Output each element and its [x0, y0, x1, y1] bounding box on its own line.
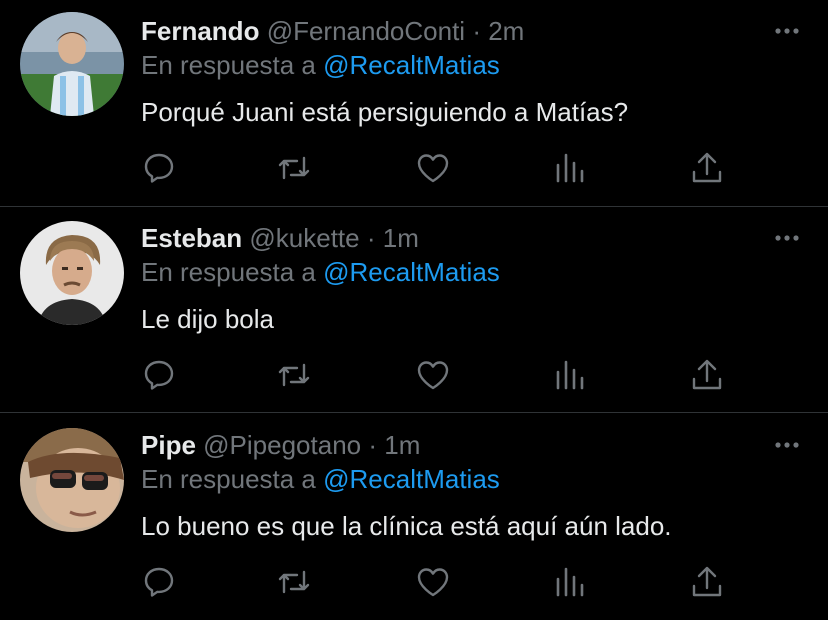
reply-mention-link[interactable]: @RecaltMatias [323, 464, 500, 494]
user-handle[interactable]: @Pipegotano [203, 430, 361, 460]
analytics-icon[interactable] [552, 357, 588, 393]
display-name[interactable]: Fernando [141, 16, 259, 46]
heart-icon[interactable] [415, 357, 451, 393]
user-handle[interactable]: @kukette [249, 223, 359, 253]
reply-prefix: En respuesta a [141, 257, 316, 287]
share-icon[interactable] [689, 564, 725, 600]
timestamp[interactable]: 2m [488, 16, 524, 46]
reply-icon[interactable] [141, 564, 177, 600]
divider [0, 412, 828, 413]
avatar[interactable] [20, 12, 124, 116]
analytics-icon[interactable] [552, 564, 588, 600]
reply-context: En respuesta a @RecaltMatias [141, 462, 500, 496]
reply-icon[interactable] [141, 150, 177, 186]
display-name[interactable]: Esteban [141, 223, 242, 253]
tweet-actions [141, 150, 741, 190]
share-icon[interactable] [689, 357, 725, 393]
user-handle[interactable]: @FernandoConti [267, 16, 465, 46]
retweet-icon[interactable] [276, 564, 312, 600]
more-icon[interactable] [770, 18, 804, 44]
more-icon[interactable] [770, 432, 804, 458]
separator: · [368, 430, 378, 460]
reply-prefix: En respuesta a [141, 464, 316, 494]
tweet-text: Lo bueno es que la clínica está aquí aún… [141, 511, 672, 541]
avatar-image [20, 428, 124, 532]
heart-icon[interactable] [415, 150, 451, 186]
reply-mention-link[interactable]: @RecaltMatias [323, 257, 500, 287]
retweet-icon[interactable] [276, 357, 312, 393]
tweet-actions [141, 357, 741, 397]
retweet-icon[interactable] [276, 150, 312, 186]
tweet-header: Fernando @FernandoConti · 2m [141, 14, 524, 48]
timestamp[interactable]: 1m [383, 223, 419, 253]
more-icon[interactable] [770, 225, 804, 251]
tweet-text: Porqué Juani está persiguiendo a Matías? [141, 97, 629, 127]
separator: · [472, 16, 481, 46]
tweet-actions [141, 564, 741, 604]
tweet-card[interactable]: Fernando @FernandoConti · 2m En respuest… [0, 0, 828, 206]
reply-context: En respuesta a @RecaltMatias [141, 255, 500, 289]
avatar[interactable] [20, 221, 124, 325]
tweet-card[interactable]: Esteban @kukette · 1m En respuesta a @Re… [0, 207, 828, 413]
tweet-card[interactable]: Pipe @Pipegotano · 1m En respuesta a @Re… [0, 414, 828, 620]
analytics-icon[interactable] [552, 150, 588, 186]
tweet-header: Pipe @Pipegotano · 1m [141, 428, 420, 462]
tweet-text: Le dijo bola [141, 304, 274, 334]
reply-prefix: En respuesta a [141, 50, 316, 80]
avatar[interactable] [20, 428, 124, 532]
reply-icon[interactable] [141, 357, 177, 393]
reply-mention-link[interactable]: @RecaltMatias [323, 50, 500, 80]
avatar-image [20, 221, 124, 325]
avatar-image [20, 12, 124, 116]
separator: · [366, 223, 376, 253]
heart-icon[interactable] [415, 564, 451, 600]
share-icon[interactable] [689, 150, 725, 186]
display-name[interactable]: Pipe [141, 430, 196, 460]
timestamp[interactable]: 1m [384, 430, 420, 460]
reply-context: En respuesta a @RecaltMatias [141, 48, 500, 82]
tweet-header: Esteban @kukette · 1m [141, 221, 419, 255]
